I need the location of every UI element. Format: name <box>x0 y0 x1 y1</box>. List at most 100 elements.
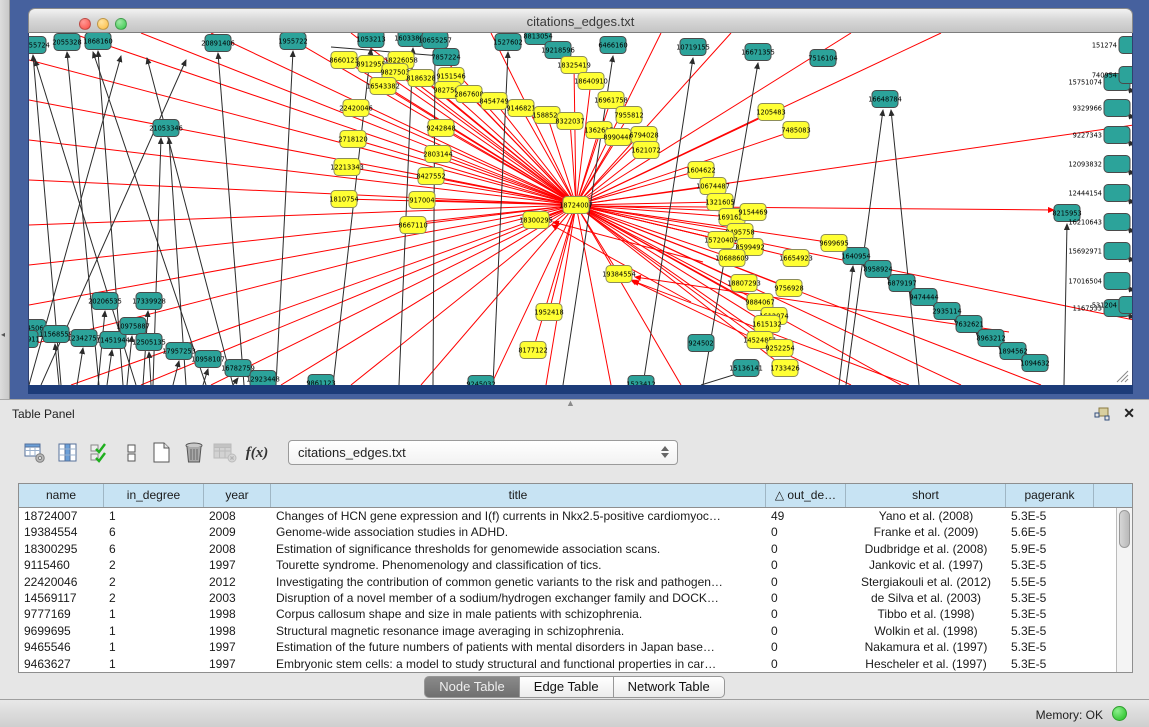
column-header-outde[interactable]: △ out_de… <box>766 484 846 507</box>
network-node[interactable]: 924502 <box>688 335 714 352</box>
network-node[interactable]: 8427552 <box>416 168 445 185</box>
column-header-short[interactable]: short <box>846 484 1006 507</box>
network-node[interactable]: 9154469 <box>738 204 767 221</box>
network-node[interactable]: 10655257 <box>418 33 452 49</box>
network-node[interactable]: 20891406 <box>201 35 235 52</box>
network-node[interactable]: 8186328 <box>406 70 435 87</box>
network-node[interactable]: 12444154 <box>1068 185 1130 202</box>
network-node[interactable]: 10958107 <box>191 351 225 368</box>
table-row[interactable]: 969969511998Structural magnetic resonanc… <box>19 623 1116 639</box>
tab-edge-table[interactable]: Edge Table <box>520 676 614 698</box>
panel-splitter-handle[interactable]: ▲ <box>566 398 575 408</box>
network-node[interactable]: 16671355 <box>741 44 775 61</box>
network-node[interactable]: 16961758 <box>594 92 628 109</box>
panel-collapse-arrow-icon[interactable]: ◂ <box>1 330 5 339</box>
table-row[interactable]: 977716911998Corpus callosum shape and si… <box>19 606 1116 622</box>
table-row[interactable]: 911546021997Tourette syndrome. Phenomeno… <box>19 557 1116 573</box>
network-node[interactable]: 1321605 <box>705 194 734 211</box>
network-node[interactable]: 9146821 <box>506 100 535 117</box>
delete-columns-icon[interactable] <box>181 438 207 468</box>
network-node[interactable]: 7516104 <box>808 50 837 67</box>
float-panel-icon[interactable] <box>1094 407 1111 422</box>
window-titlebar[interactable]: citations_edges.txt <box>28 8 1133 33</box>
collapsed-panel-strip[interactable]: ◂ <box>0 0 10 399</box>
network-node[interactable]: 10688609 <box>715 250 749 267</box>
network-node[interactable]: 12093832 <box>1068 156 1130 173</box>
network-node[interactable]: 9699695 <box>819 235 848 252</box>
table-select-dropdown[interactable]: citations_edges.txt <box>288 440 678 465</box>
network-node[interactable]: 18325419 <box>557 57 591 74</box>
new-table-icon[interactable] <box>149 438 175 468</box>
network-node[interactable]: 10674487 <box>696 178 730 195</box>
select-rows-icon[interactable] <box>88 438 114 468</box>
network-node[interactable]: 8667110 <box>398 217 427 234</box>
network-node[interactable]: 2718120 <box>338 131 367 148</box>
network-node[interactable]: 15136141 <box>729 360 763 377</box>
network-node[interactable]: 6794028 <box>629 127 658 144</box>
network-node[interactable]: 24055724 <box>29 37 50 54</box>
network-node[interactable]: 917004 <box>409 192 435 209</box>
network-node[interactable]: 1868160 <box>83 33 112 50</box>
network-node[interactable]: 1604622 <box>686 162 715 179</box>
network-node[interactable]: 8322037 <box>555 113 584 130</box>
network-node[interactable]: 9252254 <box>765 340 794 357</box>
network-node[interactable]: 18640910 <box>574 73 608 90</box>
table-row[interactable]: 1830029562008Estimation of significance … <box>19 541 1116 557</box>
network-node[interactable]: 20206535 <box>88 293 122 310</box>
column-header-title[interactable]: title <box>271 484 766 507</box>
column-header-year[interactable]: year <box>204 484 271 507</box>
table-row[interactable]: 2242004622012Investigating the contribut… <box>19 574 1116 590</box>
network-node[interactable]: 15720407 <box>704 232 738 249</box>
network-node[interactable]: 1205483 <box>756 104 785 121</box>
network-node[interactable]: 1733426 <box>770 360 799 377</box>
network-node[interactable]: 8454749 <box>479 93 508 110</box>
table-row[interactable]: 1938455462009Genome-wide association stu… <box>19 524 1116 540</box>
network-node[interactable]: 8660123 <box>329 52 358 69</box>
network-node[interactable]: 12923448 <box>246 371 280 386</box>
function-builder-icon[interactable]: f(x) <box>244 438 270 468</box>
column-header-name[interactable]: name <box>19 484 104 507</box>
network-node[interactable]: 21053346 <box>149 120 183 137</box>
network-canvas[interactable]: 2405572420553281868160208914061955722105… <box>28 33 1133 385</box>
network-node[interactable]: 19218596 <box>541 42 575 59</box>
modify-table-icon[interactable] <box>22 438 48 468</box>
network-node[interactable]: 7857224 <box>431 49 460 66</box>
network-node[interactable]: 15692971 <box>1068 243 1130 260</box>
network-node[interactable]: 1952418 <box>534 304 563 321</box>
network-node[interactable]: 9245032 <box>466 376 495 386</box>
network-node[interactable]: 9756928 <box>774 280 803 297</box>
table-row[interactable]: 1456911722003Disruption of a novel membe… <box>19 590 1116 606</box>
network-node[interactable]: 9227343 <box>1073 127 1130 144</box>
citation-network-graph[interactable]: 2405572420553281868160208914061955722105… <box>29 33 1133 385</box>
network-node[interactable]: 2803144 <box>423 146 452 163</box>
network-node[interactable]: 1523412 <box>626 376 655 386</box>
network-node[interactable]: 8177122 <box>518 342 547 359</box>
network-node[interactable]: 1094632 <box>1020 355 1049 372</box>
table-vertical-scrollbar[interactable] <box>1116 508 1132 672</box>
network-node[interactable]: 8990448 <box>603 129 632 146</box>
table-row[interactable]: 946362711997Embryonic stem cells: a mode… <box>19 656 1116 672</box>
tab-network-table[interactable]: Network Table <box>614 676 725 698</box>
network-node[interactable]: 8958924 <box>863 261 892 278</box>
network-node[interactable]: 10719155 <box>676 39 710 56</box>
network-node[interactable]: 6466160 <box>598 37 627 54</box>
close-panel-icon[interactable]: ✕ <box>1123 405 1135 422</box>
network-node[interactable]: 3913911 <box>29 331 40 348</box>
network-node[interactable]: 17339928 <box>132 293 166 310</box>
network-node[interactable]: 16648784 <box>868 91 902 108</box>
network-node[interactable]: 1955722 <box>278 33 307 50</box>
column-header-pagerank[interactable]: pagerank <box>1006 484 1094 507</box>
network-node[interactable]: 7485083 <box>781 122 810 139</box>
network-node[interactable]: 9861123 <box>306 375 335 386</box>
scrollbar-thumb[interactable] <box>1119 510 1130 548</box>
network-node[interactable]: 9329966 <box>1073 100 1130 117</box>
network-node[interactable]: 1527602 <box>493 34 522 51</box>
row-height-icon[interactable] <box>119 438 145 468</box>
network-node[interactable]: 7955812 <box>614 107 643 124</box>
network-node[interactable]: 12213343 <box>330 159 364 176</box>
network-node[interactable]: 16543382 <box>366 78 400 95</box>
network-node[interactable]: 19384554 <box>602 266 636 283</box>
network-node[interactable]: 1621072 <box>631 142 660 159</box>
network-node[interactable]: 2055328 <box>52 34 81 51</box>
network-node[interactable]: 17016504 <box>1068 273 1130 290</box>
